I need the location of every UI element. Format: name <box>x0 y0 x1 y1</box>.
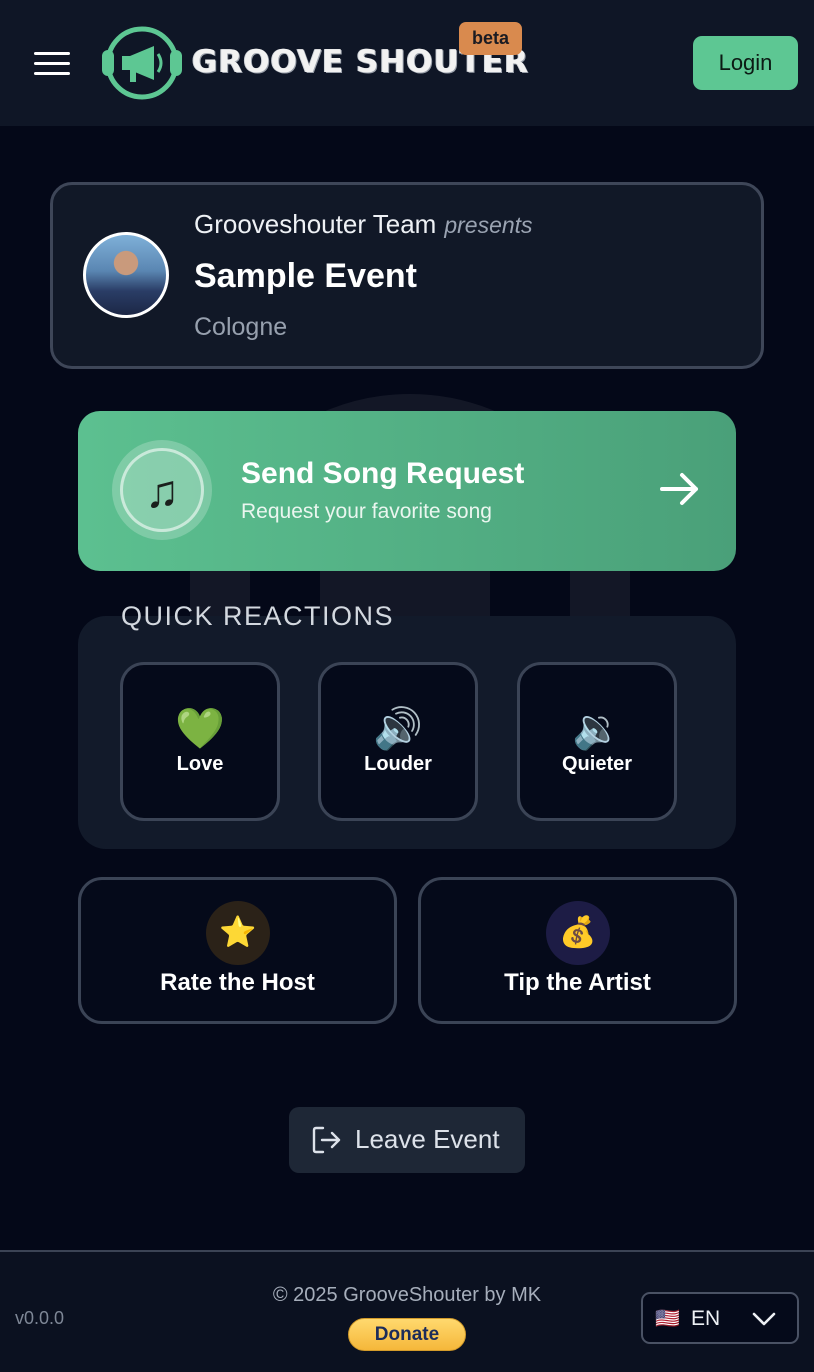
language-code: EN <box>691 1307 721 1330</box>
tip-artist-button[interactable]: 💰 Tip the Artist <box>418 877 737 1024</box>
chevron-down-icon <box>752 1312 776 1326</box>
reaction-quieter-button[interactable]: 🔉 Quieter <box>517 662 677 821</box>
leave-event-label: Leave Event <box>355 1124 500 1154</box>
event-title: Sample Event <box>194 257 417 295</box>
beta-badge: beta <box>459 22 522 55</box>
leave-event-button[interactable]: Leave Event <box>289 1107 525 1173</box>
reaction-louder-button[interactable]: 🔊 Louder <box>318 662 478 821</box>
money-bag-icon: 💰 <box>546 901 610 965</box>
presents-label: presents <box>444 212 533 238</box>
send-song-request-button[interactable]: ♫ Send Song Request Request your favorit… <box>78 411 736 571</box>
reaction-label: Quieter <box>561 753 633 775</box>
quick-reactions-heading: QUICK REACTIONS <box>121 601 395 631</box>
donate-button[interactable]: Donate <box>348 1318 466 1351</box>
host-name: Grooveshouter Team <box>194 209 437 239</box>
music-note-icon: ♫ <box>120 448 204 532</box>
footer: v0.0.0 © 2025 GrooveShouter by MK Donate… <box>0 1250 814 1372</box>
arrow-right-icon <box>660 473 698 505</box>
rate-host-label: Rate the Host <box>160 969 315 996</box>
host-line: Grooveshouter Team presents <box>194 209 533 240</box>
song-request-subtitle: Request your favorite song <box>241 500 492 523</box>
song-request-title: Send Song Request <box>241 457 525 490</box>
reaction-love-button[interactable]: 💚 Love <box>120 662 280 821</box>
rate-host-button[interactable]: ⭐ Rate the Host <box>78 877 397 1024</box>
us-flag-icon: 🇺🇸 <box>655 1308 680 1330</box>
tip-artist-label: Tip the Artist <box>504 969 651 996</box>
login-button[interactable]: Login <box>693 36 798 90</box>
logo-icon[interactable] <box>100 24 184 102</box>
speaker-quiet-icon: 🔉 <box>572 707 622 751</box>
event-city: Cologne <box>194 313 288 341</box>
reaction-label: Love <box>176 753 224 775</box>
music-note-icon-ring: ♫ <box>112 440 212 540</box>
speaker-loud-icon: 🔊 <box>373 707 423 751</box>
hamburger-menu-icon[interactable] <box>34 50 70 78</box>
language-select[interactable]: 🇺🇸 EN <box>641 1292 799 1344</box>
app-header: GROOVE SHOUTER beta Login <box>0 0 814 126</box>
event-card: Grooveshouter Team presents Sample Event … <box>50 182 764 369</box>
logout-icon <box>312 1126 341 1154</box>
host-avatar <box>83 232 169 318</box>
green-heart-icon: 💚 <box>175 707 225 751</box>
reaction-label: Louder <box>364 753 432 775</box>
app-version: v0.0.0 <box>15 1308 65 1328</box>
page: GROOVE SHOUTER beta Login Grooveshouter … <box>0 0 814 1372</box>
star-icon: ⭐ <box>206 901 270 965</box>
